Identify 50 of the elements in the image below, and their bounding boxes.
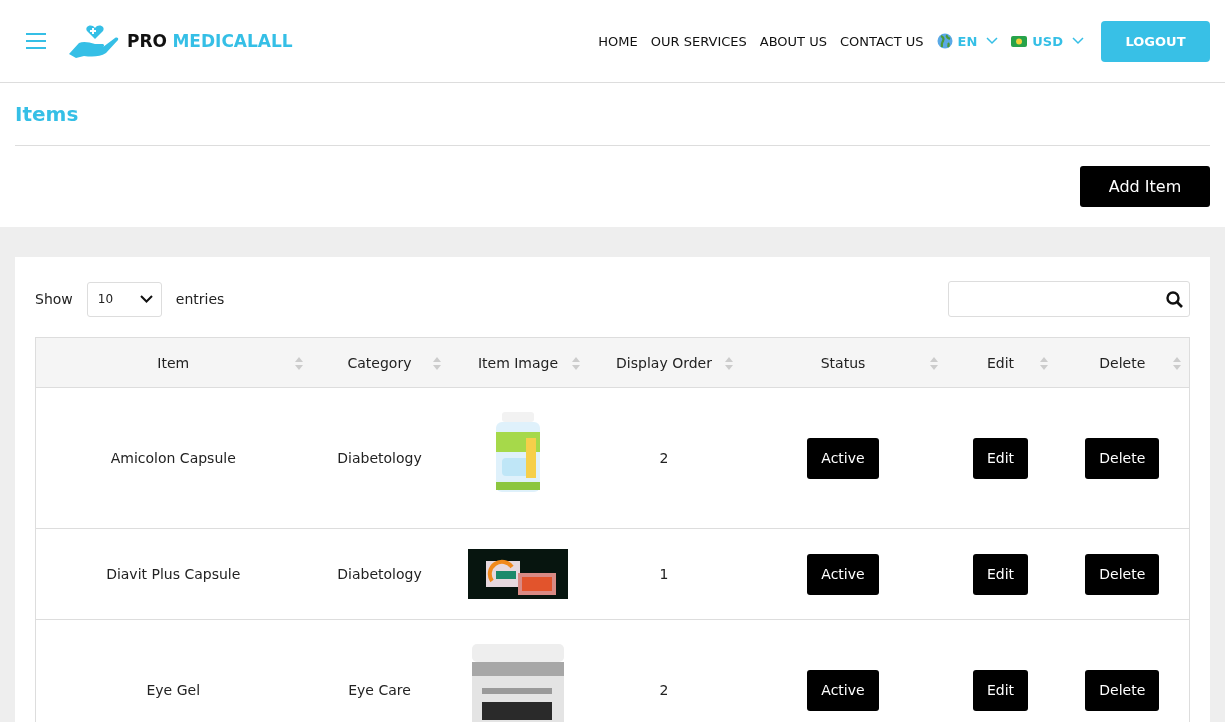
table-cell: Amicolon Capsule bbox=[35, 387, 311, 529]
edit-button[interactable]: Edit bbox=[972, 437, 1029, 479]
column-header[interactable]: Delete bbox=[1055, 337, 1190, 388]
column-header[interactable]: Display Order bbox=[587, 337, 741, 388]
table-cell: Diabetology bbox=[310, 387, 449, 529]
table-cell: Diabetology bbox=[310, 528, 449, 620]
show-label: Show bbox=[35, 291, 73, 307]
search-field[interactable] bbox=[948, 281, 1190, 317]
chevron-down-icon bbox=[139, 295, 153, 303]
column-header[interactable]: Status bbox=[740, 337, 946, 388]
nav-link[interactable]: OUR SERVICES bbox=[650, 33, 747, 49]
brand-name[interactable]: PRO MEDICALALL bbox=[127, 31, 293, 51]
sort-icon bbox=[1039, 357, 1048, 370]
status-button[interactable]: Active bbox=[807, 553, 879, 595]
column-header[interactable]: Item Image bbox=[448, 337, 588, 388]
column-header[interactable]: Edit bbox=[945, 337, 1056, 388]
table-cell: 2 bbox=[587, 387, 741, 529]
sort-icon bbox=[432, 357, 441, 370]
menu-icon[interactable] bbox=[25, 32, 47, 50]
entries-label: entries bbox=[175, 291, 225, 307]
nav-link[interactable]: CONTACT US bbox=[839, 33, 924, 49]
chevron-down-icon bbox=[986, 37, 999, 45]
page-title: Items bbox=[15, 83, 1210, 146]
table-cell: Eye Gel bbox=[35, 619, 311, 722]
edit-button[interactable]: Edit bbox=[972, 553, 1029, 595]
nav-link[interactable]: ABOUT US bbox=[759, 33, 827, 49]
sort-icon bbox=[724, 357, 733, 370]
status-button[interactable]: Active bbox=[807, 669, 879, 711]
add-item-button[interactable]: Add Item bbox=[1080, 166, 1210, 207]
sort-icon bbox=[929, 357, 938, 370]
delete-button[interactable]: Delete bbox=[1085, 669, 1160, 711]
sort-icon bbox=[294, 357, 303, 370]
search-icon bbox=[1166, 290, 1183, 308]
delete-button[interactable]: Delete bbox=[1085, 437, 1160, 479]
table-cell: Eye Care bbox=[310, 619, 449, 722]
status-button[interactable]: Active bbox=[807, 437, 879, 479]
column-header[interactable]: Item bbox=[35, 337, 311, 388]
page-size-select[interactable]: 10 bbox=[86, 281, 162, 317]
sort-icon bbox=[1173, 357, 1181, 370]
nav-link[interactable]: HOME bbox=[598, 33, 638, 49]
sort-icon bbox=[571, 357, 580, 370]
chevron-down-icon bbox=[1072, 37, 1084, 45]
table-cell: 1 bbox=[587, 528, 741, 620]
edit-button[interactable]: Edit bbox=[972, 669, 1029, 711]
banknote-icon bbox=[1011, 35, 1028, 47]
delete-button[interactable]: Delete bbox=[1085, 553, 1160, 595]
table-cell: Diavit Plus Capsule bbox=[35, 528, 311, 620]
globe-icon bbox=[936, 33, 953, 49]
column-header[interactable]: Category bbox=[310, 337, 449, 388]
table-cell: 2 bbox=[587, 619, 741, 722]
